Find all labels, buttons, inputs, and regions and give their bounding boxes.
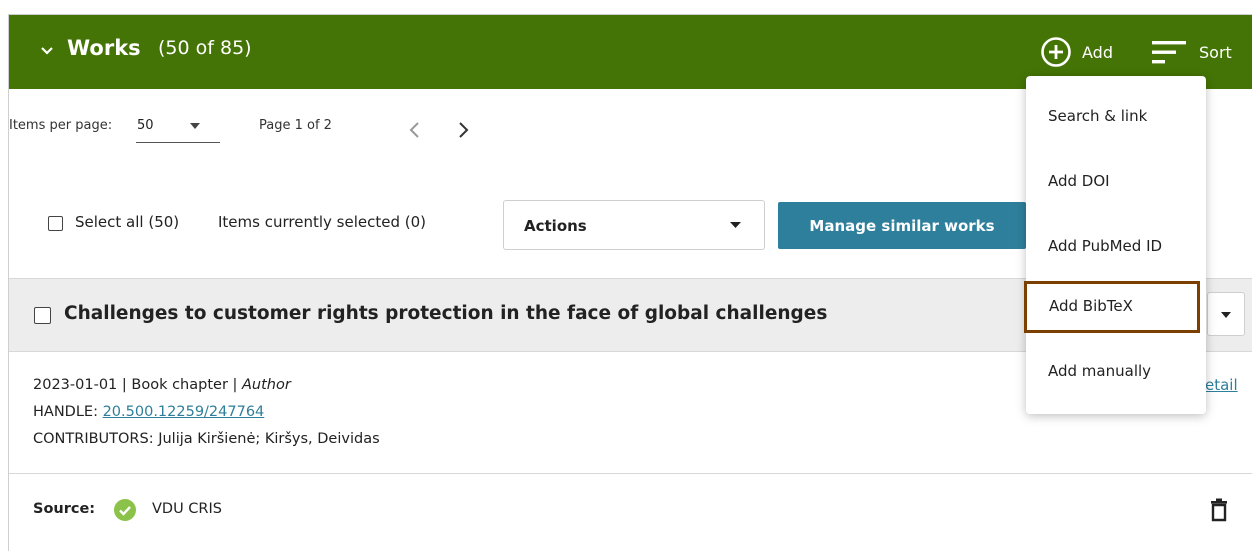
work-contributors: CONTRIBUTORS: Julija Kiršienė; Kiršys, D… xyxy=(33,431,380,447)
page-info: Page 1 of 2 xyxy=(259,118,332,133)
contributors-label: CONTRIBUTORS: xyxy=(33,431,154,447)
works-count: (50 of 85) xyxy=(158,37,252,59)
work-role: Author xyxy=(242,377,291,393)
chevron-down-icon[interactable] xyxy=(39,43,55,59)
menu-item-add-doi[interactable]: Add DOI xyxy=(1026,156,1206,208)
add-label: Add xyxy=(1082,42,1113,62)
work-handle: HANDLE: 20.500.12259/247764 xyxy=(33,404,264,420)
menu-item-label: Add manually xyxy=(1048,362,1152,380)
menu-item-add-bibtex[interactable]: Add BibTeX xyxy=(1024,281,1200,333)
sort-label: Sort xyxy=(1199,42,1232,62)
menu-item-label: Add BibTeX xyxy=(1049,297,1133,315)
actions-label: Actions xyxy=(524,217,587,235)
select-all-label: Select all (50) xyxy=(75,213,180,231)
caret-down-icon xyxy=(190,123,200,129)
select-all-checkbox[interactable] xyxy=(48,216,63,231)
items-per-page-label: Items per page: xyxy=(9,118,113,133)
divider xyxy=(9,473,1252,474)
add-circle-icon xyxy=(1041,37,1071,67)
add-menu: Search & link Add DOI Add PubMed ID Add … xyxy=(1024,76,1206,414)
items-per-page-value: 50 xyxy=(137,118,154,133)
menu-item-label: Add PubMed ID xyxy=(1048,237,1163,255)
menu-item-label: Add DOI xyxy=(1048,172,1110,190)
work-type: Book chapter xyxy=(131,377,228,393)
handle-link[interactable]: 20.500.12259/247764 xyxy=(103,404,265,420)
manage-similar-works-button[interactable]: Manage similar works xyxy=(778,202,1026,249)
chevron-left-icon[interactable] xyxy=(404,118,426,142)
contributors-value: Julija Kiršienė; Kiršys, Deividas xyxy=(158,431,380,447)
show-detail-link[interactable]: etail xyxy=(1205,376,1238,394)
sort-button[interactable]: Sort xyxy=(1151,35,1232,69)
work-summary: 2023-01-01 | Book chapter | Author xyxy=(33,377,291,393)
handle-label: HANDLE: xyxy=(33,404,98,420)
work-options-dropdown[interactable] xyxy=(1207,292,1245,336)
menu-item-label: Search & link xyxy=(1048,107,1148,125)
work-title: Challenges to customer rights protection… xyxy=(64,303,828,324)
check-circle-icon xyxy=(114,499,136,521)
menu-item-search-link[interactable]: Search & link xyxy=(1026,91,1206,143)
work-checkbox[interactable] xyxy=(34,307,51,324)
source-label: Source: xyxy=(33,501,96,517)
trash-icon[interactable] xyxy=(1210,498,1228,522)
work-date: 2023-01-01 xyxy=(33,377,118,393)
menu-item-add-manually[interactable]: Add manually xyxy=(1026,346,1206,398)
selected-count: Items currently selected (0) xyxy=(218,213,426,231)
sort-icon xyxy=(1152,41,1186,64)
caret-down-icon xyxy=(1221,312,1231,318)
actions-dropdown[interactable]: Actions xyxy=(503,200,765,250)
works-title: Works xyxy=(67,36,141,60)
menu-item-add-pubmed-id[interactable]: Add PubMed ID xyxy=(1026,221,1206,273)
caret-down-icon xyxy=(730,222,741,228)
chevron-right-icon[interactable] xyxy=(452,118,474,142)
items-per-page-select[interactable]: 50 xyxy=(136,118,220,143)
source-name: VDU CRIS xyxy=(152,501,222,517)
add-button[interactable]: Add xyxy=(1040,35,1113,69)
